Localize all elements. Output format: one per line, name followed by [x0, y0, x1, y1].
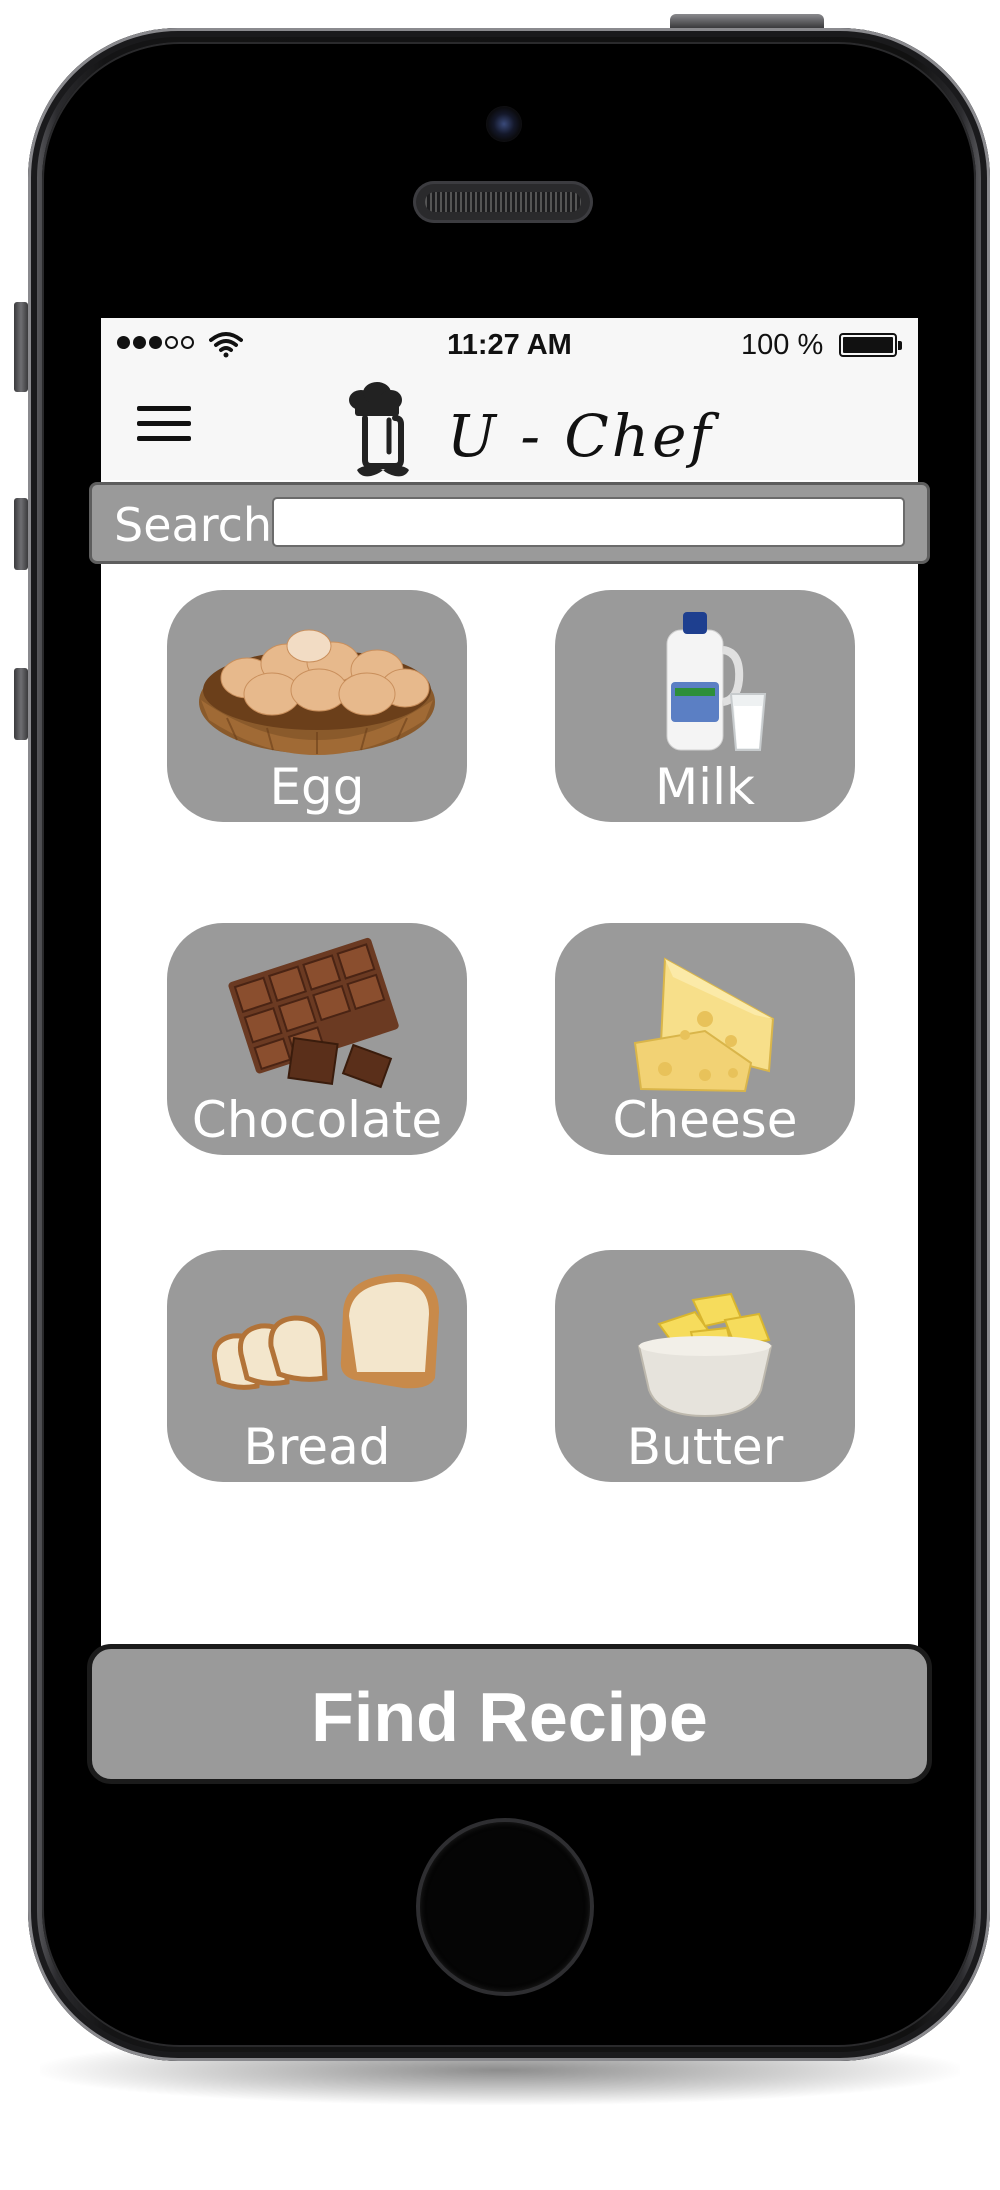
cheese-icon [633, 957, 775, 1093]
ingredient-label: Milk [655, 758, 755, 816]
hamburger-menu-icon[interactable] [137, 404, 193, 446]
earpiece-speaker [413, 181, 593, 223]
battery-tip [898, 341, 902, 350]
ingredient-card-bread[interactable]: Bread [167, 1250, 467, 1482]
ingredient-card-egg[interactable]: Egg [167, 590, 467, 822]
ingredient-card-milk[interactable]: Milk [555, 590, 855, 822]
butter-bowl-icon [637, 1292, 773, 1418]
search-bar: Search [89, 482, 930, 564]
egg-basket-icon [199, 629, 435, 755]
ingredient-label: Egg [269, 758, 365, 816]
ingredient-label: Butter [626, 1418, 784, 1476]
battery-percentage: 100 % [741, 329, 824, 361]
home-button[interactable] [420, 1822, 590, 1992]
search-input[interactable] [272, 497, 905, 547]
milk-jug-icon [666, 612, 767, 751]
chef-hat-mustache-icon [349, 382, 409, 477]
ingredient-label: Cheese [612, 1091, 798, 1149]
volume-up-button [14, 498, 28, 570]
app-logo: U - Chef [347, 382, 711, 482]
ingredient-card-chocolate[interactable]: Chocolate [167, 923, 467, 1155]
app-title: U - Chef [447, 402, 714, 470]
ingredient-label: Bread [243, 1418, 391, 1476]
volume-down-button [14, 668, 28, 740]
find-recipe-label: Find Recipe [311, 1678, 708, 1756]
mute-switch [14, 302, 28, 392]
power-button [670, 14, 824, 28]
front-camera-icon [486, 106, 522, 142]
battery-icon [839, 333, 897, 357]
bread-loaf-icon [211, 1274, 439, 1390]
app-screen: 11:27 AM 100 % U - Chef Search Egg Milk … [87, 318, 932, 1784]
status-bar: 11:27 AM 100 % [101, 318, 918, 374]
search-label: Search [114, 498, 273, 552]
chocolate-bar-icon [228, 937, 399, 1089]
ingredient-label: Chocolate [191, 1091, 443, 1149]
ingredient-card-cheese[interactable]: Cheese [555, 923, 855, 1155]
find-recipe-button[interactable]: Find Recipe [87, 1644, 932, 1784]
nav-bar: U - Chef [101, 374, 918, 480]
ingredient-card-butter[interactable]: Butter [555, 1250, 855, 1482]
